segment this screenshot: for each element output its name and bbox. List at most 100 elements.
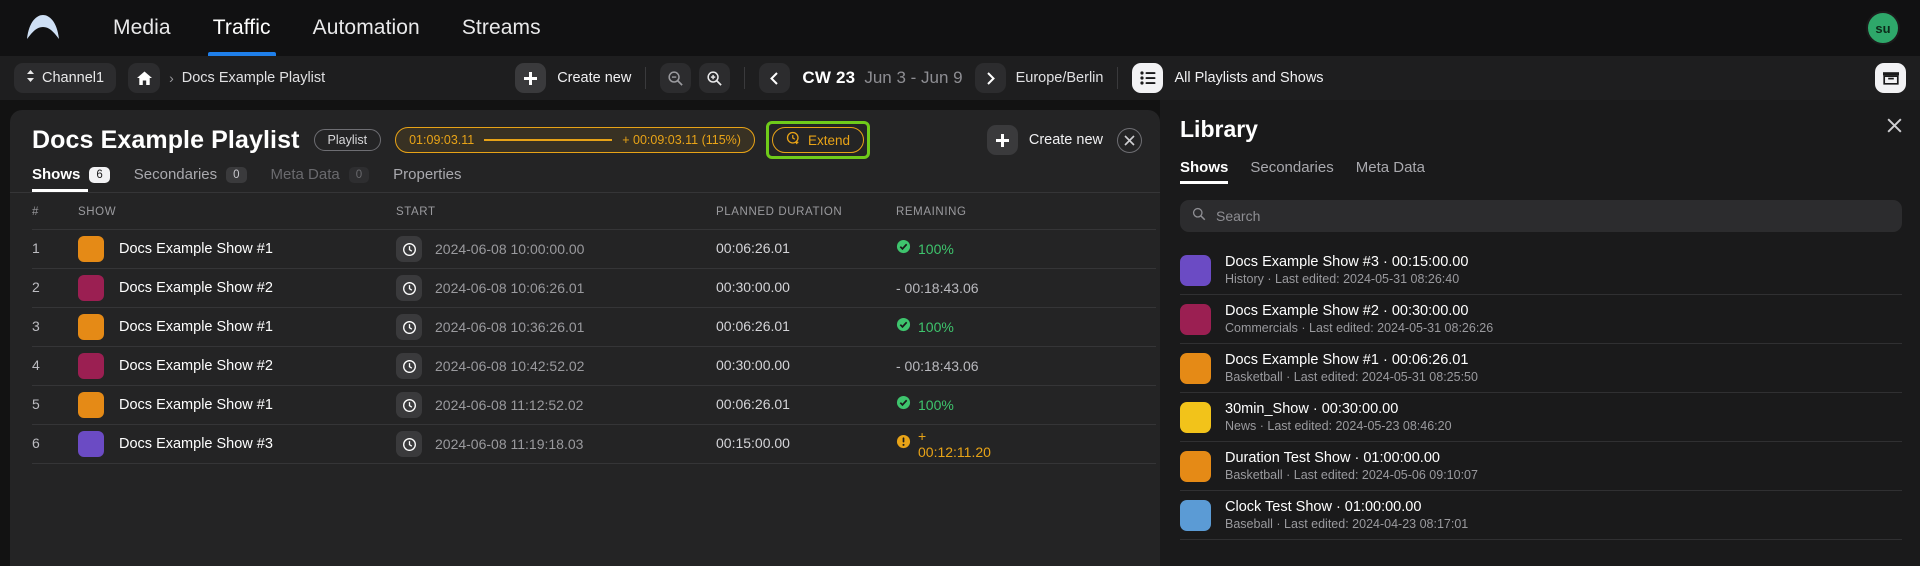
top-navigation-bar: Media Traffic Automation Streams su xyxy=(0,0,1920,56)
search-input[interactable] xyxy=(1216,208,1890,224)
show-name: Docs Example Show #2 xyxy=(119,280,273,296)
nav-label: Media xyxy=(113,16,171,39)
create-new-button[interactable]: Create new xyxy=(515,63,631,93)
clock-icon[interactable] xyxy=(396,314,422,340)
channel-selector[interactable]: Channel1 xyxy=(14,63,117,93)
list-icon xyxy=(1132,63,1164,93)
tab-properties[interactable]: Properties xyxy=(393,166,461,192)
show-name: Docs Example Show #1 xyxy=(119,397,273,413)
nav-item-traffic[interactable]: Traffic xyxy=(192,0,292,56)
show-color-swatch xyxy=(78,314,104,340)
column-header-show[interactable]: SHOW xyxy=(78,193,396,230)
list-item[interactable]: Clock Test Show · 01:00:00.00 Baseball · … xyxy=(1180,491,1902,540)
all-playlists-label: All Playlists and Shows xyxy=(1174,70,1324,86)
library-item-name: Duration Test Show · 01:00:00.00 xyxy=(1225,450,1440,466)
list-item[interactable]: Docs Example Show #3 · 00:15:00.00 Histor… xyxy=(1180,246,1902,295)
playlist-panel: Docs Example Playlist Playlist 01:09:03.… xyxy=(10,110,1160,566)
nav-item-automation[interactable]: Automation xyxy=(292,0,441,56)
library-tab-shows[interactable]: Shows xyxy=(1180,159,1229,184)
playlist-panel-container: Docs Example Playlist Playlist 01:09:03.… xyxy=(0,100,1160,566)
all-playlists-and-shows-button[interactable]: All Playlists and Shows xyxy=(1132,63,1324,93)
show-name: Docs Example Show #2 xyxy=(119,358,273,374)
show-color-swatch xyxy=(78,353,104,379)
start-time: 2024-06-08 11:19:18.03 xyxy=(435,436,584,452)
library-item-color-swatch xyxy=(1180,303,1211,335)
extend-button[interactable]: Extend xyxy=(771,127,864,153)
library-tab-secondaries[interactable]: Secondaries xyxy=(1250,159,1333,184)
show-color-swatch xyxy=(78,236,104,262)
column-header-start[interactable]: START xyxy=(396,193,716,230)
library-item-name: Docs Example Show #3 · 00:15:00.00 xyxy=(1225,254,1469,270)
nav-item-streams[interactable]: Streams xyxy=(441,0,562,56)
next-week-button[interactable] xyxy=(974,63,1006,93)
clock-icon[interactable] xyxy=(396,431,422,457)
playlist-header: Docs Example Playlist Playlist 01:09:03.… xyxy=(10,110,1160,159)
inbox-archive-icon[interactable] xyxy=(1875,63,1906,93)
extend-button-focus-ring: Extend xyxy=(765,121,870,159)
column-header-number[interactable]: # xyxy=(32,193,78,230)
app-logo-icon[interactable] xyxy=(20,5,66,51)
duration-connector-line xyxy=(484,139,613,141)
nav-label: Streams xyxy=(461,16,541,39)
tab-secondaries[interactable]: Secondaries 0 xyxy=(134,166,247,192)
page-title: Docs Example Playlist xyxy=(32,125,300,154)
library-panel: Library Shows Secondaries Meta Data Docs… xyxy=(1160,100,1920,566)
table-row[interactable]: 5 Docs Example Show #1 2024-06-08 11:12:52… xyxy=(32,385,1156,425)
avatar[interactable]: su xyxy=(1866,11,1900,45)
list-item[interactable]: 30min_Show · 00:30:00.00 News · Last edit… xyxy=(1180,393,1902,442)
cell-show: Docs Example Show #2 xyxy=(78,268,396,308)
cell-remaining: 100% xyxy=(896,229,1156,269)
library-search-box[interactable] xyxy=(1180,200,1902,232)
tab-meta-data[interactable]: Meta Data 0 xyxy=(271,166,370,192)
show-color-swatch xyxy=(78,275,104,301)
secondary-toolbar: Channel1 › Docs Example Playlist Create … xyxy=(0,56,1920,100)
toolbar-divider xyxy=(1117,67,1119,89)
nav-item-media[interactable]: Media xyxy=(92,0,192,56)
timezone-label[interactable]: Europe/Berlin xyxy=(1016,70,1104,86)
start-time: 2024-06-08 10:06:26.01 xyxy=(435,280,585,296)
playlist-create-new-button[interactable]: Create new xyxy=(986,125,1103,155)
playlist-tabs: Shows 6 Secondaries 0 Meta Data 0 Proper… xyxy=(10,156,1160,193)
column-header-remaining[interactable]: REMAINING xyxy=(896,193,1156,230)
table-row[interactable]: 1 Docs Example Show #1 2024-06-08 10:00:00… xyxy=(32,229,1156,269)
library-tab-meta-data[interactable]: Meta Data xyxy=(1356,159,1425,184)
table-row[interactable]: 3 Docs Example Show #1 2024-06-08 10:36:26… xyxy=(32,307,1156,347)
cell-planned-duration: 00:30:00.00 xyxy=(716,346,896,386)
duration-total: 01:09:03.11 xyxy=(409,133,475,147)
library-item-list: Docs Example Show #3 · 00:15:00.00 Histor… xyxy=(1180,246,1902,566)
check-circle-icon xyxy=(896,239,911,259)
cell-show: Docs Example Show #1 xyxy=(78,307,396,347)
cell-number: 5 xyxy=(32,385,78,425)
list-item[interactable]: Docs Example Show #2 · 00:30:00.00 Commer… xyxy=(1180,295,1902,344)
table-row[interactable]: 2 Docs Example Show #2 2024-06-08 10:06:26… xyxy=(32,268,1156,308)
zoom-out-icon[interactable] xyxy=(660,63,692,93)
library-item-meta: History · Last edited: 2024-05-31 08:26:… xyxy=(1225,272,1460,286)
library-item-meta: Commercials · Last edited: 2024-05-31 08… xyxy=(1225,321,1494,335)
library-item-color-swatch xyxy=(1180,499,1211,531)
prev-week-button[interactable] xyxy=(759,63,791,93)
warning-circle-icon xyxy=(896,434,911,454)
list-item[interactable]: Docs Example Show #1 · 00:06:26.01 Basket… xyxy=(1180,344,1902,393)
library-title: Library xyxy=(1180,116,1258,142)
close-icon[interactable] xyxy=(1117,127,1142,153)
clock-icon[interactable] xyxy=(396,353,422,379)
clock-icon[interactable] xyxy=(396,236,422,262)
clock-icon[interactable] xyxy=(396,275,422,301)
table-row[interactable]: 6 Docs Example Show #3 2024-06-08 11:19:18… xyxy=(32,424,1156,464)
breadcrumb[interactable]: Docs Example Playlist xyxy=(182,70,325,86)
tab-label: Shows xyxy=(32,166,81,183)
clock-icon[interactable] xyxy=(396,392,422,418)
column-header-planned-duration[interactable]: PLANNED DURATION xyxy=(716,193,896,230)
tab-shows[interactable]: Shows 6 xyxy=(32,166,110,192)
check-circle-icon xyxy=(896,395,911,415)
list-item[interactable]: Duration Test Show · 01:00:00.00 Basketba… xyxy=(1180,442,1902,491)
tab-label: Properties xyxy=(393,166,462,183)
create-new-label: Create new xyxy=(557,70,632,86)
home-icon[interactable] xyxy=(128,63,161,93)
table-row[interactable]: 4 Docs Example Show #2 2024-06-08 10:42:52… xyxy=(32,346,1156,386)
library-close-icon[interactable] xyxy=(1887,118,1902,138)
library-item-name: 30min_Show · 00:30:00.00 xyxy=(1225,401,1399,417)
remaining-value: - 00:18:43.06 xyxy=(896,358,979,374)
library-item-color-swatch xyxy=(1180,450,1211,482)
zoom-in-icon[interactable] xyxy=(699,63,731,93)
